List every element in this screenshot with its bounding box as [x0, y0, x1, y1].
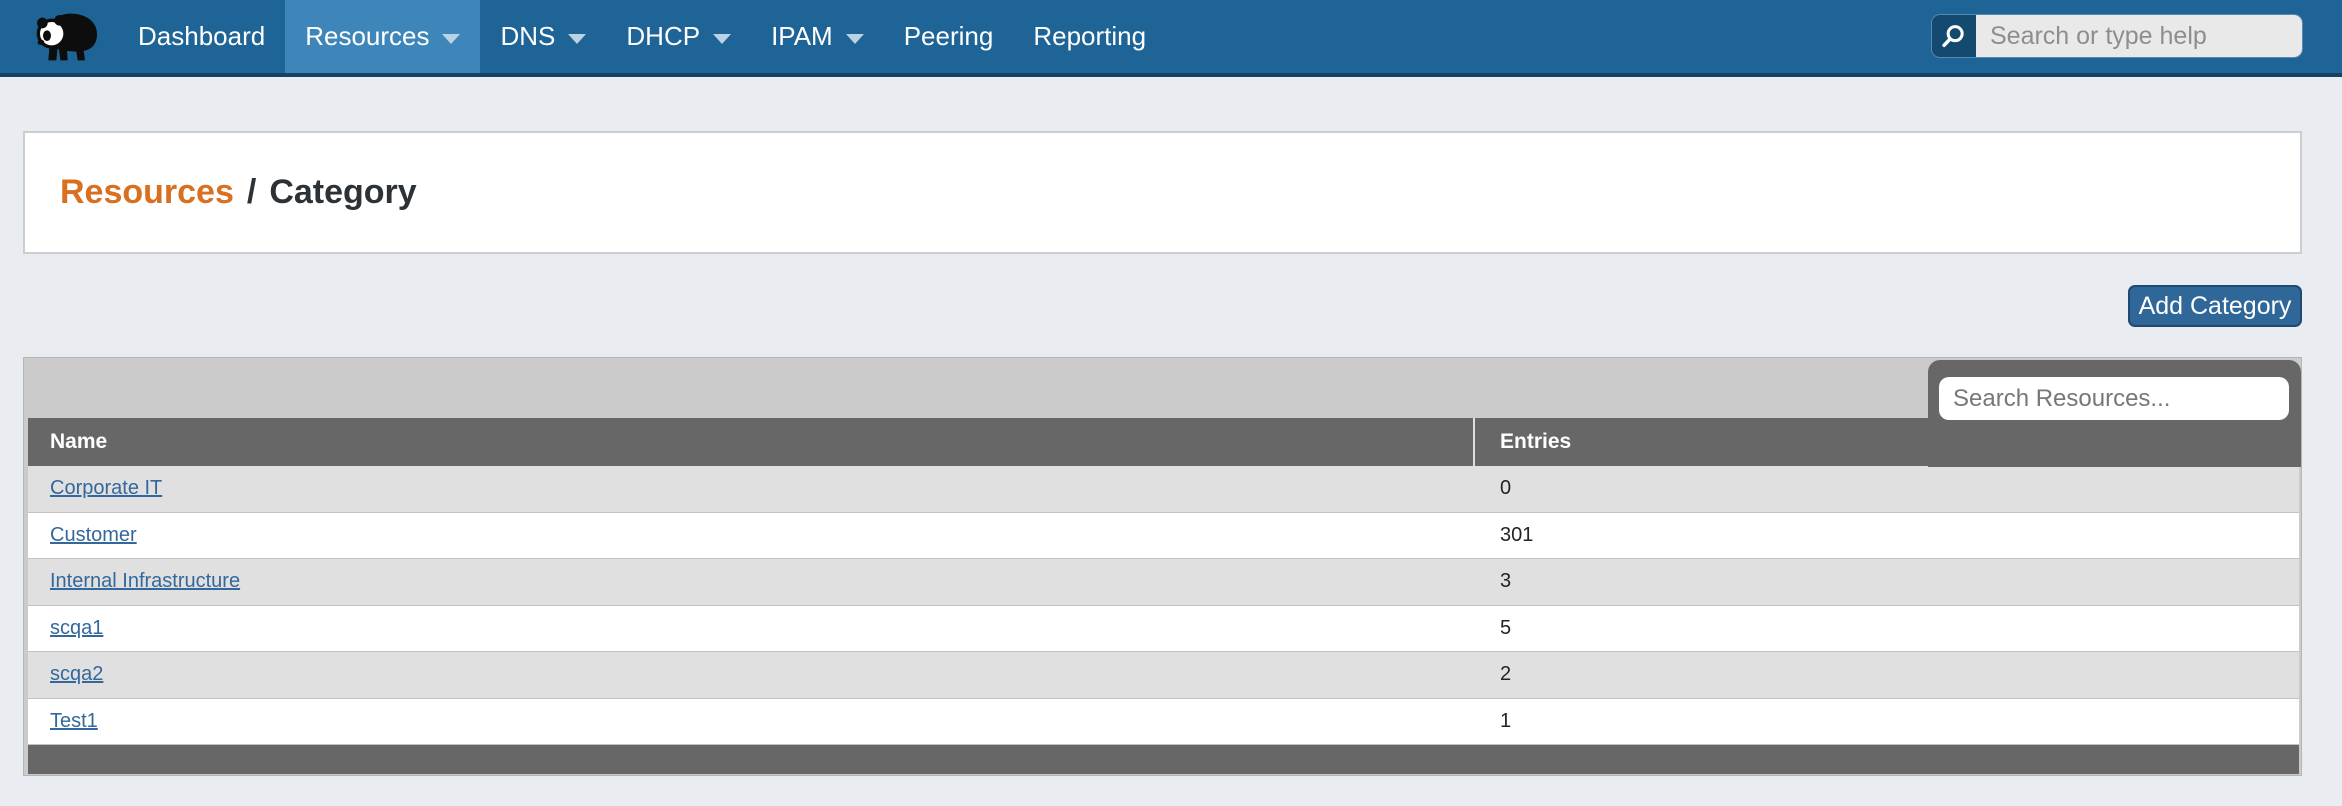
nav-item-resources[interactable]: Resources [285, 0, 480, 73]
nav-label: DNS [500, 21, 555, 52]
nav-label: Resources [305, 21, 429, 52]
category-table: Name Entries Corporate IT 0 Customer 301… [23, 357, 2302, 776]
table-row: Customer 301 [28, 513, 2299, 560]
table-row: scqa2 2 [28, 652, 2299, 699]
nav-label: Peering [904, 21, 994, 52]
breadcrumb-separator: / [247, 173, 256, 212]
nav-label: Reporting [1033, 21, 1146, 52]
table-row: scqa1 5 [28, 606, 2299, 653]
nav-item-peering[interactable]: Peering [884, 0, 1014, 73]
table-body: Corporate IT 0 Customer 301 Internal Inf… [24, 466, 2301, 745]
table-row: Test1 1 [28, 699, 2299, 746]
chevron-down-icon [568, 34, 586, 44]
category-link[interactable]: scqa1 [50, 617, 103, 639]
search-icon-button[interactable] [1932, 15, 1976, 57]
main-nav: Dashboard Resources DNS DHCP IPAM Peerin… [118, 0, 1166, 73]
global-search-input[interactable] [1976, 15, 2302, 57]
table-footer-bar [28, 745, 2299, 774]
nav-item-dashboard[interactable]: Dashboard [118, 0, 285, 73]
page-title: Category [269, 173, 416, 212]
entries-count: 1 [1473, 710, 2299, 733]
chevron-down-icon [442, 34, 460, 44]
nav-item-ipam[interactable]: IPAM [751, 0, 884, 73]
entries-count: 301 [1473, 524, 2299, 547]
search-icon [1940, 22, 1968, 50]
entries-count: 3 [1473, 570, 2299, 593]
nav-label: IPAM [771, 21, 833, 52]
chevron-down-icon [846, 34, 864, 44]
table-search-input[interactable] [1939, 377, 2289, 420]
breadcrumb-resources-link[interactable]: Resources [60, 173, 234, 212]
nav-item-dns[interactable]: DNS [480, 0, 606, 73]
breadcrumb-panel: Resources / Category [23, 131, 2302, 254]
page: Dashboard Resources DNS DHCP IPAM Peerin… [0, 0, 2342, 806]
entries-count: 0 [1473, 477, 2299, 500]
nav-item-reporting[interactable]: Reporting [1013, 0, 1166, 73]
nav-item-dhcp[interactable]: DHCP [606, 0, 751, 73]
nav-label: Dashboard [138, 21, 265, 52]
top-navbar: Dashboard Resources DNS DHCP IPAM Peerin… [0, 0, 2342, 77]
table-row: Internal Infrastructure 3 [28, 559, 2299, 606]
add-category-button[interactable]: Add Category [2128, 285, 2302, 327]
global-search [1932, 15, 2302, 57]
entries-count: 5 [1473, 617, 2299, 640]
panda-logo-icon[interactable] [32, 9, 106, 65]
entries-count: 2 [1473, 663, 2299, 686]
chevron-down-icon [713, 34, 731, 44]
category-link[interactable]: Customer [50, 524, 137, 546]
category-link[interactable]: Internal Infrastructure [50, 570, 240, 592]
nav-label: DHCP [626, 21, 700, 52]
table-row: Corporate IT 0 [28, 466, 2299, 513]
category-link[interactable]: scqa2 [50, 663, 103, 685]
column-header-name[interactable]: Name [28, 418, 1473, 466]
category-link[interactable]: Test1 [50, 710, 98, 732]
table-search-panel [1928, 360, 2301, 467]
category-link[interactable]: Corporate IT [50, 477, 162, 499]
